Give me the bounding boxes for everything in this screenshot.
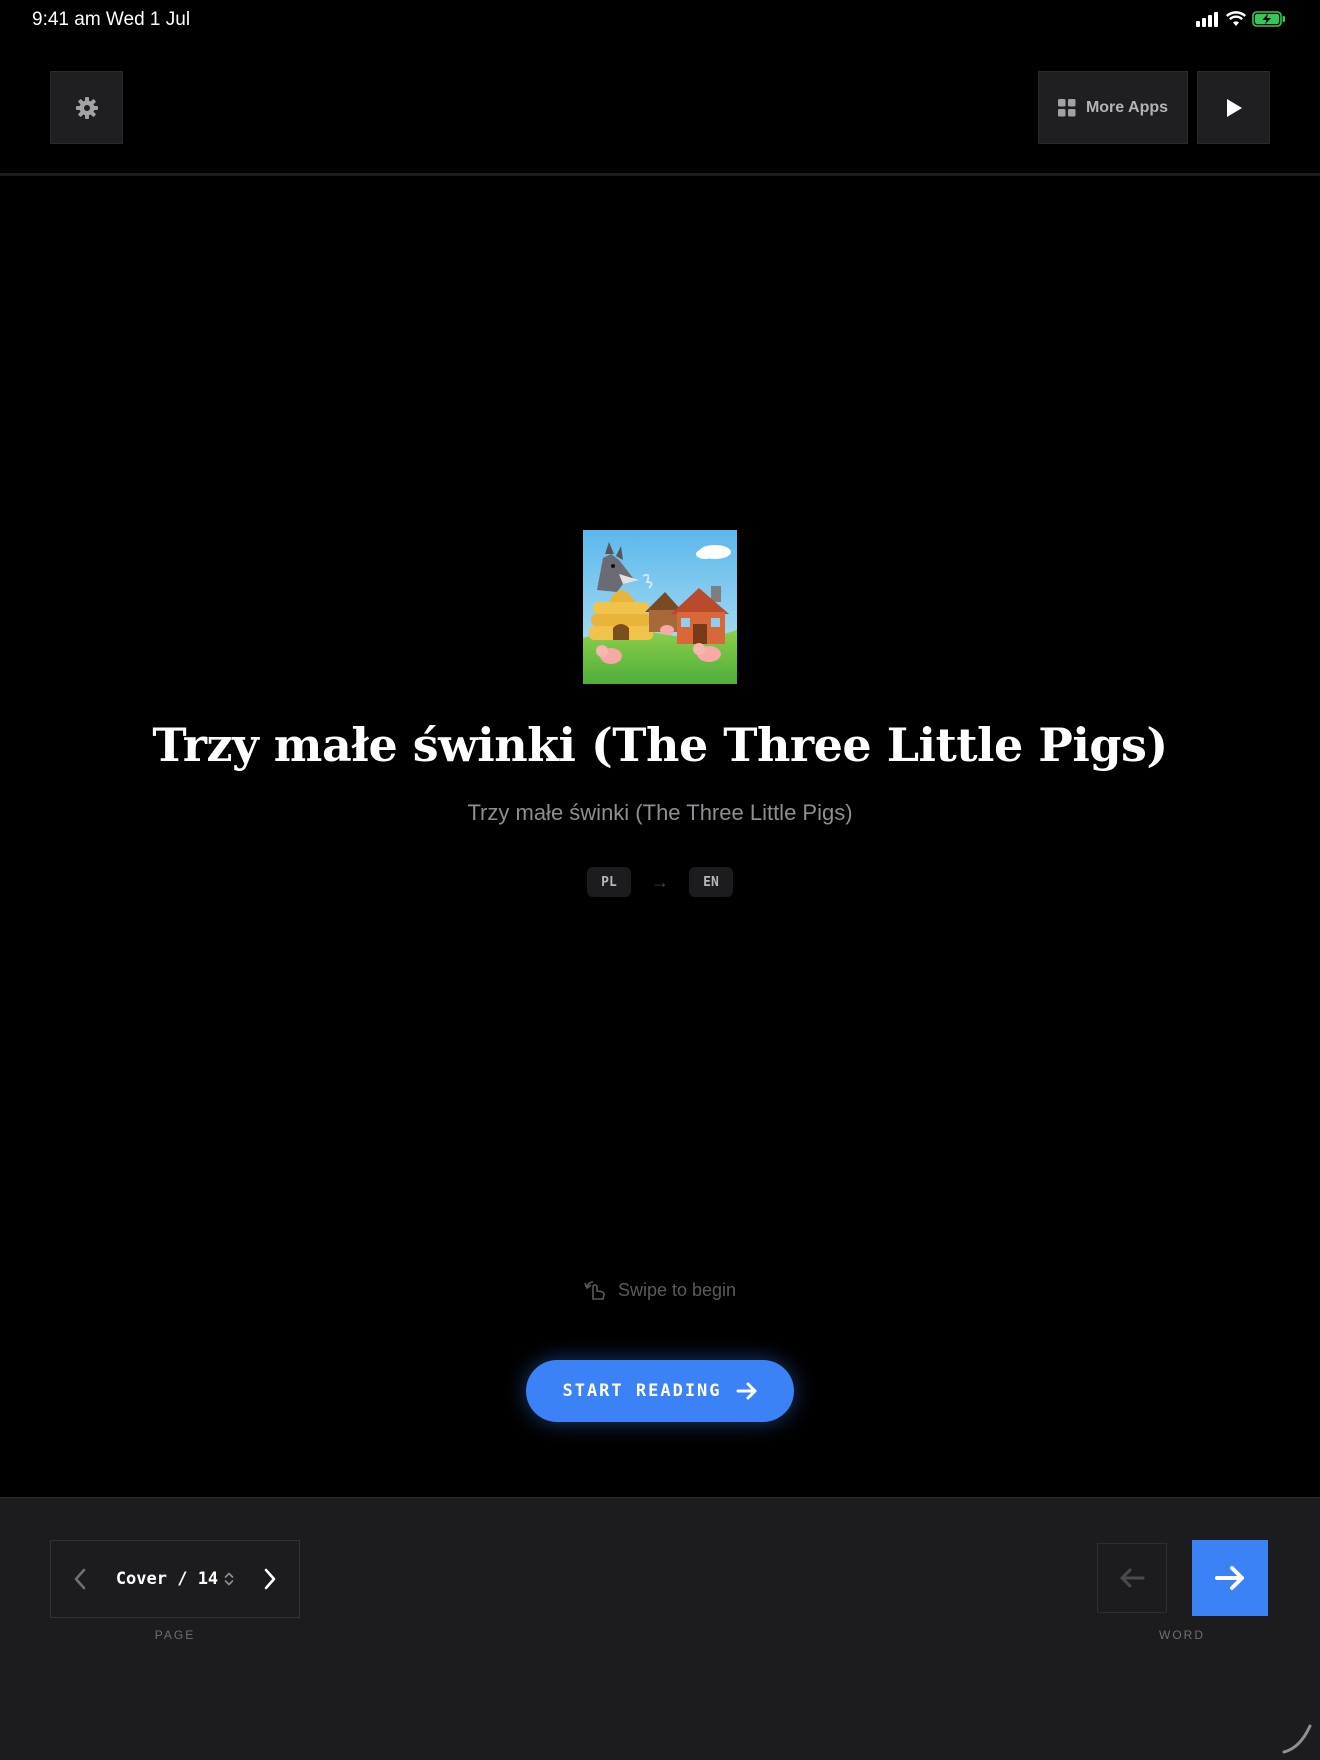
word-caption: WORD	[1159, 1628, 1205, 1642]
book-title: Trzy małe świnki (The Three Little Pigs)	[152, 718, 1168, 772]
start-reading-button[interactable]: START READING	[526, 1360, 794, 1422]
language-arrow: →	[651, 871, 669, 892]
up-down-chevron-icon	[224, 1572, 234, 1586]
start-reading-label: START READING	[562, 1381, 722, 1401]
next-word-button[interactable]	[1192, 1540, 1268, 1616]
bottom-navigation-bar: Cover / 14 PAGE WORD	[0, 1497, 1320, 1760]
status-time: 9:41 am Wed 1 Jul	[32, 9, 191, 30]
language-pair: PL → EN	[0, 867, 1320, 897]
play-button[interactable]	[1197, 71, 1270, 144]
arrow-right-icon	[736, 1382, 757, 1400]
battery-charging-icon	[1252, 11, 1285, 27]
chevron-right-icon[interactable]	[263, 1568, 277, 1590]
page-navigator: Cover / 14	[50, 1540, 300, 1618]
more-apps-button[interactable]: More Apps	[1038, 71, 1188, 144]
swipe-hint: Swipe to begin	[0, 1279, 1320, 1301]
target-language-badge: EN	[689, 867, 733, 897]
more-apps-label: More Apps	[1085, 98, 1169, 116]
cellular-signal-icon	[1196, 12, 1218, 27]
play-icon	[1226, 98, 1242, 117]
arrow-right-icon	[1215, 1566, 1244, 1590]
settings-button[interactable]	[50, 71, 123, 144]
hand-swipe-icon	[584, 1281, 605, 1300]
chevron-left-icon[interactable]	[73, 1568, 87, 1590]
wifi-icon	[1226, 11, 1246, 26]
three-little-pigs-illustration	[583, 530, 737, 684]
page-caption: PAGE	[154, 1628, 196, 1642]
previous-word-button[interactable]	[1097, 1543, 1167, 1613]
status-icons	[1196, 11, 1286, 27]
top-toolbar: More Apps	[0, 40, 1320, 176]
corner-decoration	[1282, 1724, 1312, 1754]
gear-icon	[75, 96, 98, 119]
page-indicator-label: Cover / 14	[115, 1569, 219, 1589]
source-language-badge: PL	[587, 867, 631, 897]
cover-illustration	[583, 530, 737, 684]
page-picker[interactable]: Cover / 14	[116, 1569, 234, 1589]
grid-icon	[1057, 98, 1076, 116]
swipe-hint-label: Swipe to begin	[617, 1279, 737, 1300]
book-subtitle: Trzy małe świnki (The Three Little Pigs)	[467, 800, 853, 825]
arrow-left-icon	[1120, 1568, 1145, 1588]
status-bar: 9:41 am Wed 1 Jul	[0, 0, 1320, 40]
